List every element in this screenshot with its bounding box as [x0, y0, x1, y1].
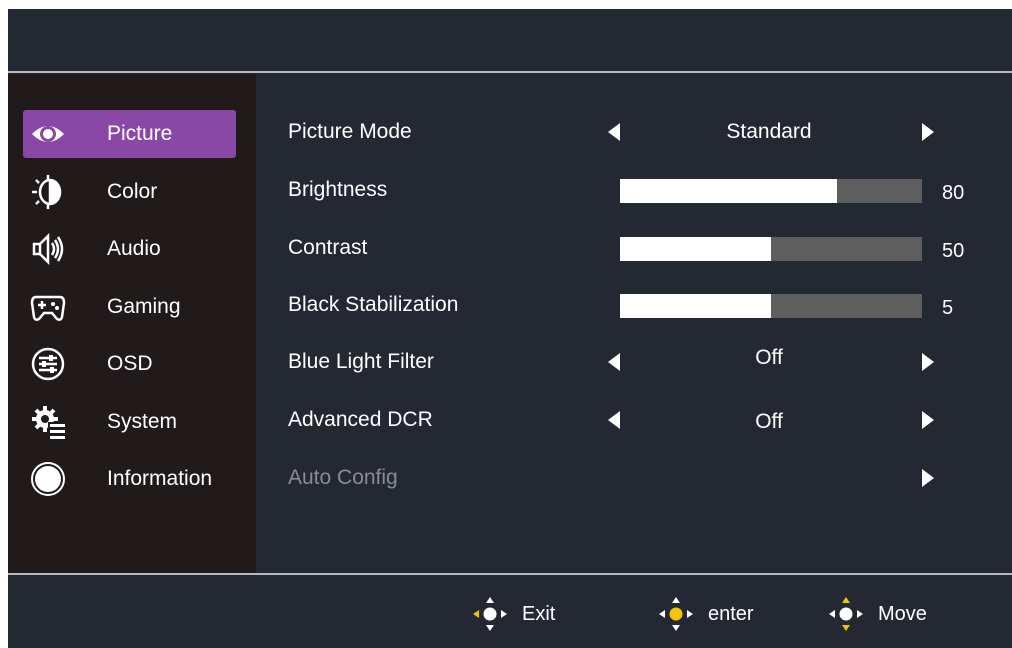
- system-gear-icon: [32, 406, 66, 440]
- osd-menu: Picture Color Audio Gaming OSD System In…: [8, 9, 1012, 648]
- hint-label: enter: [708, 603, 754, 625]
- setting-value: Off: [755, 346, 783, 369]
- setting-label: Picture Mode: [288, 120, 412, 143]
- top-divider: [8, 71, 1012, 73]
- setting-label: Black Stabilization: [288, 293, 459, 316]
- arrow-right-icon[interactable]: [922, 469, 934, 487]
- contrast-slider[interactable]: [620, 237, 922, 261]
- info-circle-icon: [31, 462, 65, 496]
- bottom-divider: [8, 573, 1012, 575]
- sidebar-item-label: OSD: [107, 352, 153, 375]
- arrow-right-icon[interactable]: [922, 123, 934, 141]
- arrow-left-icon[interactable]: [608, 411, 620, 429]
- setting-label: Contrast: [288, 236, 368, 259]
- sliders-icon: [31, 347, 65, 381]
- slider-fill: [620, 294, 771, 318]
- setting-value: 5: [942, 297, 954, 319]
- setting-brightness[interactable]: Brightness 80: [256, 165, 1012, 215]
- setting-label: Brightness: [288, 178, 388, 201]
- sidebar-item-osd[interactable]: OSD: [8, 340, 256, 388]
- sidebar-item-picture[interactable]: Picture: [8, 110, 256, 158]
- arrow-right-icon[interactable]: [922, 411, 934, 429]
- setting-picture-mode[interactable]: Picture Mode Standard: [256, 107, 1012, 157]
- black-stabilization-slider[interactable]: [620, 294, 922, 318]
- arrow-left-icon[interactable]: [608, 123, 620, 141]
- setting-value: Off: [755, 410, 783, 433]
- joystick-press-icon: [659, 597, 693, 631]
- sidebar-item-gaming[interactable]: Gaming: [8, 283, 256, 331]
- setting-contrast[interactable]: Contrast 50: [256, 223, 1012, 273]
- slider-fill: [620, 179, 838, 203]
- eye-icon: [32, 126, 64, 142]
- sidebar: Picture Color Audio Gaming OSD System In…: [8, 74, 256, 573]
- sidebar-item-information[interactable]: Information: [8, 455, 256, 503]
- gamepad-icon: [30, 295, 66, 321]
- setting-advanced-dcr[interactable]: Advanced DCR Off: [256, 395, 1012, 445]
- sidebar-item-label: Color: [107, 180, 158, 203]
- joystick-left-icon: [473, 597, 507, 631]
- sidebar-item-label: Audio: [107, 237, 161, 260]
- sidebar-item-system[interactable]: System: [8, 398, 256, 446]
- sidebar-item-label: Information: [107, 467, 213, 490]
- setting-value: 50: [942, 240, 965, 262]
- setting-label: Auto Config: [288, 466, 398, 489]
- setting-auto-config[interactable]: Auto Config: [256, 453, 1012, 503]
- arrow-left-icon[interactable]: [608, 353, 620, 371]
- setting-label: Blue Light Filter: [288, 350, 434, 373]
- sidebar-item-color[interactable]: Color: [8, 168, 256, 216]
- arrow-right-icon[interactable]: [922, 353, 934, 371]
- slider-fill: [620, 237, 771, 261]
- setting-black-stabilization[interactable]: Black Stabilization 5: [256, 280, 1012, 330]
- color-icon: [32, 175, 62, 209]
- setting-blue-light-filter[interactable]: Blue Light Filter Off: [256, 337, 1012, 387]
- joystick-updown-icon: [829, 597, 863, 631]
- hint-label: Move: [878, 603, 927, 625]
- setting-value: 80: [942, 182, 965, 204]
- speaker-icon: [32, 232, 64, 266]
- hint-label: Exit: [522, 603, 556, 625]
- brightness-slider[interactable]: [620, 179, 922, 203]
- sidebar-item-label: Gaming: [107, 295, 181, 318]
- sidebar-item-label: System: [107, 410, 178, 433]
- sidebar-item-label: Picture: [107, 122, 173, 145]
- setting-value: Standard: [726, 120, 812, 143]
- setting-label: Advanced DCR: [288, 408, 433, 431]
- sidebar-item-audio[interactable]: Audio: [8, 225, 256, 273]
